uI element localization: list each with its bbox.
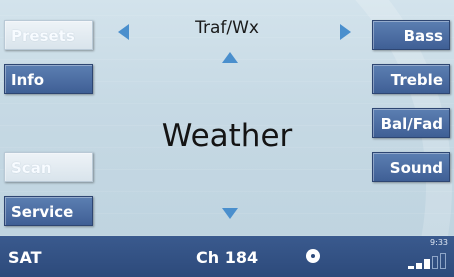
info-button[interactable]: Info bbox=[4, 64, 93, 94]
channel-label: Ch 184 bbox=[196, 248, 259, 267]
category-title: Weather bbox=[161, 118, 293, 154]
down-arrow-icon[interactable] bbox=[222, 208, 238, 219]
treble-button[interactable]: Treble bbox=[372, 64, 450, 94]
service-button[interactable]: Service bbox=[4, 196, 93, 226]
category-label: Traf/Wx bbox=[195, 18, 259, 38]
sound-button[interactable]: Sound bbox=[372, 152, 450, 182]
status-bar: SAT Ch 184 9:33 bbox=[0, 236, 454, 277]
scan-button[interactable]: Scan bbox=[4, 152, 93, 182]
up-arrow-icon[interactable] bbox=[222, 52, 238, 63]
disc-icon bbox=[306, 249, 320, 263]
next-arrow-icon[interactable] bbox=[340, 24, 351, 40]
source-label: SAT bbox=[8, 248, 42, 267]
clock-label: 9:33 bbox=[430, 238, 448, 247]
signal-strength-icon bbox=[408, 253, 448, 269]
